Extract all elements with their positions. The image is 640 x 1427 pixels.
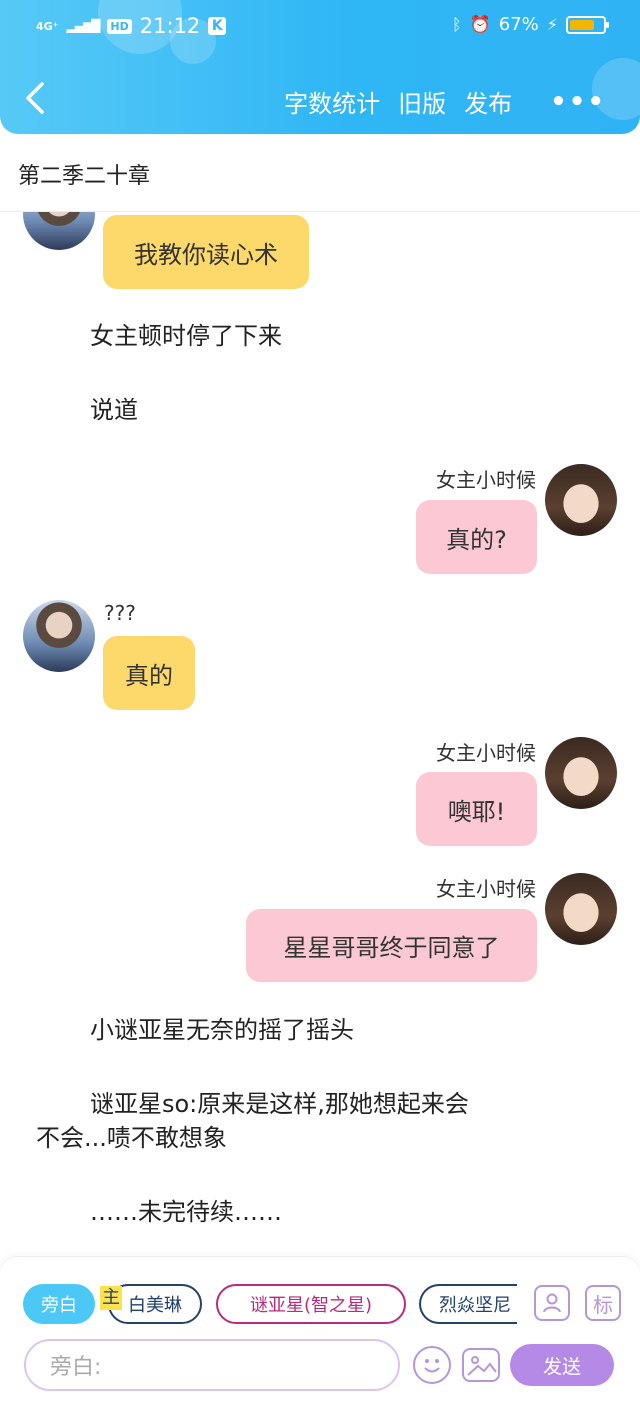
emoji-icon[interactable] (413, 1346, 451, 1384)
message-bubble[interactable]: 噢耶! (416, 772, 537, 846)
narration: ……未完待续…… (90, 1198, 282, 1226)
chapter-title[interactable]: 第二季二十章 (18, 158, 150, 190)
character-settings-icon[interactable] (534, 1285, 570, 1321)
role-chip-narrator[interactable]: 旁白 (23, 1284, 95, 1324)
message-bubble[interactable]: 真的 (103, 636, 195, 710)
main-role-tag: 主 (100, 1286, 122, 1310)
narration: 不会...啧不敢想象 (36, 1124, 227, 1152)
speaker-name: ??? (104, 601, 136, 625)
smile-icon (424, 1359, 440, 1373)
person-icon (543, 1293, 561, 1313)
role-chip-baimeilin[interactable]: 白美琳 (108, 1284, 202, 1324)
avatar[interactable] (545, 737, 617, 809)
message-bubble[interactable]: 我教你读心术 (103, 215, 309, 289)
send-button[interactable]: 发送 (510, 1344, 614, 1386)
narration: 小谜亚星无奈的摇了摇头 (90, 1016, 354, 1044)
narration: 女主顿时停了下来 (90, 322, 282, 350)
narration: 谜亚星so:原来是这样,那她想起来会 (90, 1090, 469, 1118)
avatar[interactable] (23, 600, 95, 672)
narration: 说道 (90, 396, 138, 424)
avatar[interactable] (545, 464, 617, 536)
message-bubble[interactable]: 星星哥哥终于同意了 (246, 909, 537, 982)
message-input[interactable]: 旁白: (24, 1339, 400, 1391)
picture-icon (467, 1356, 497, 1376)
role-chip-miyaxing[interactable]: 谜亚星(智之星) (216, 1284, 406, 1324)
role-chip-lieyanjianni[interactable]: 烈焱坚尼 (419, 1284, 517, 1324)
message-bubble[interactable]: 真的? (416, 500, 537, 574)
mark-icon[interactable]: 标 (585, 1285, 621, 1321)
avatar[interactable] (545, 873, 617, 945)
speaker-name: 女主小时候 (436, 468, 536, 492)
divider (0, 211, 640, 212)
speaker-name: 女主小时候 (436, 877, 536, 901)
speaker-name: 女主小时候 (436, 741, 536, 765)
image-icon[interactable] (462, 1348, 500, 1382)
